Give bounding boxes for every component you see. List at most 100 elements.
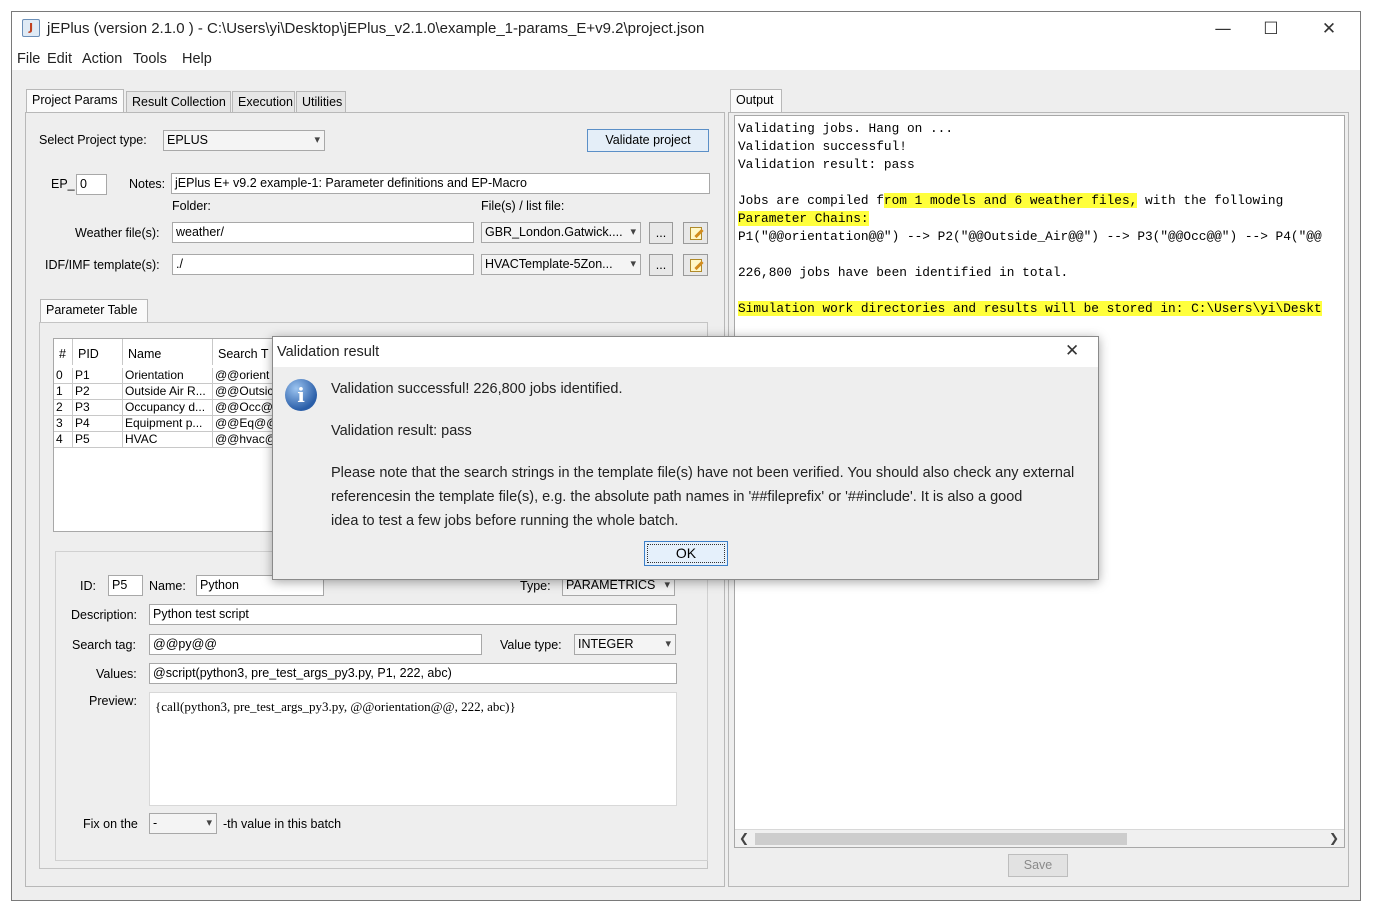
chevron-down-icon: ▾ xyxy=(630,226,636,238)
col-index[interactable]: # xyxy=(54,339,73,365)
chevron-down-icon: ▾ xyxy=(206,817,212,829)
fix-suffix-label: -th value in this batch xyxy=(223,817,342,831)
idf-label: IDF/IMF template(s): xyxy=(45,258,160,272)
weather-browse-button[interactable]: ... xyxy=(649,222,673,244)
dialog-message-5: idea to test a few jobs before running t… xyxy=(331,513,679,529)
idf-browse-button[interactable]: ... xyxy=(649,254,673,276)
cell-pid: P4 xyxy=(73,416,123,432)
cell-name: Equipment p... xyxy=(123,416,213,432)
dialog-message-1: Validation successful! 226,800 jobs iden… xyxy=(331,381,623,397)
cell-search-tag: @@hvac@ xyxy=(213,432,273,448)
col-name[interactable]: Name xyxy=(123,339,213,365)
cell-search-tag: @@Eq@@ xyxy=(213,416,273,432)
weather-label: Weather file(s): xyxy=(75,226,160,240)
output-line: Validation successful! xyxy=(738,139,907,154)
description-input[interactable]: Python test script xyxy=(149,604,677,625)
table-row[interactable]: 1 P2 Outside Air R... @@Outsic xyxy=(54,384,273,400)
title-bar: J jEPlus (version 2.1.0 ) - C:\Users\yi\… xyxy=(12,12,1360,46)
tab-result-collection[interactable]: Result Collection xyxy=(126,91,231,113)
menu-action[interactable]: Action xyxy=(82,51,122,67)
col-pid[interactable]: PID xyxy=(73,339,123,365)
cell-pid: P1 xyxy=(73,368,123,384)
value-type-select[interactable]: INTEGER ▾ xyxy=(574,634,676,655)
values-input[interactable]: @script(python3, pre_test_args_py3.py, P… xyxy=(149,663,677,684)
chevron-left-icon[interactable]: ❮ xyxy=(739,831,749,845)
dialog-message-4: referencesin the template file(s), e.g. … xyxy=(331,489,1023,505)
files-label: File(s) / list file: xyxy=(481,199,565,213)
output-hscrollbar[interactable]: ❮ ❯ xyxy=(735,829,1344,847)
cell-name: Outside Air R... xyxy=(123,384,213,400)
weather-edit-button[interactable] xyxy=(683,222,708,244)
output-text: Jobs are compiled f xyxy=(738,193,884,208)
tab-parameter-table[interactable]: Parameter Table xyxy=(40,299,148,323)
minimize-button[interactable]: — xyxy=(1200,16,1246,42)
menu-edit[interactable]: Edit xyxy=(47,51,72,67)
fix-value-select[interactable]: - ▾ xyxy=(149,813,217,834)
jeplus-icon: J xyxy=(22,19,40,37)
menu-tools[interactable]: Tools xyxy=(133,51,167,67)
menu-bar: File Edit Action Tools Help xyxy=(12,46,1360,70)
output-line: 226,800 jobs have been identified in tot… xyxy=(738,265,1069,280)
table-row[interactable]: 4 P5 HVAC @@hvac@ xyxy=(54,432,273,448)
menu-file[interactable]: File xyxy=(17,51,40,67)
name-label: Name: xyxy=(149,579,186,593)
ep-input[interactable]: 0 xyxy=(76,174,107,195)
info-icon: i xyxy=(285,379,317,411)
validation-dialog: Validation result ✕ i Validation success… xyxy=(272,336,1099,580)
id-input[interactable]: P5 xyxy=(108,575,143,596)
type-label: Type: xyxy=(520,579,551,593)
project-type-label: Select Project type: xyxy=(39,133,147,147)
dialog-title: Validation result xyxy=(277,344,380,360)
close-window-button[interactable]: ✕ xyxy=(1306,16,1352,42)
menu-help[interactable]: Help xyxy=(182,51,212,67)
cell-index: 3 xyxy=(54,416,73,432)
ok-button[interactable]: OK xyxy=(644,541,728,566)
fix-value: - xyxy=(153,816,158,830)
notes-input[interactable]: jEPlus E+ v9.2 example-1: Parameter defi… xyxy=(171,173,710,194)
table-row[interactable]: 2 P3 Occupancy d... @@Occ@ xyxy=(54,400,273,416)
weather-folder-input[interactable]: weather/ xyxy=(172,222,474,243)
table-row[interactable]: 0 P1 Orientation @@orient xyxy=(54,368,273,384)
save-button[interactable]: Save xyxy=(1008,854,1068,877)
tab-project-params[interactable]: Project Params xyxy=(26,89,124,113)
maximize-button[interactable]: ☐ xyxy=(1248,16,1294,42)
preview-label: Preview: xyxy=(89,694,137,708)
dialog-close-button[interactable]: ✕ xyxy=(1065,341,1079,361)
value-type-label: Value type: xyxy=(500,638,562,652)
chevron-right-icon[interactable]: ❯ xyxy=(1329,831,1339,845)
cell-search-tag: @@orient xyxy=(213,368,273,384)
chevron-down-icon: ▾ xyxy=(665,638,671,650)
cell-search-tag: @@Occ@ xyxy=(213,400,273,416)
cell-name: Orientation xyxy=(123,368,213,384)
tab-output[interactable]: Output xyxy=(730,89,782,113)
edit-icon xyxy=(690,259,702,272)
table-row[interactable]: 3 P4 Equipment p... @@Eq@@ xyxy=(54,416,273,432)
cell-index: 4 xyxy=(54,432,73,448)
idf-folder-input[interactable]: ./ xyxy=(172,254,474,275)
values-label: Values: xyxy=(96,667,137,681)
weather-file-select[interactable]: GBR_London.Gatwick.... ▾ xyxy=(481,222,641,243)
validate-project-button[interactable]: Validate project xyxy=(587,129,709,152)
cell-pid: P3 xyxy=(73,400,123,416)
output-highlight: rom 1 models and 6 weather files, xyxy=(883,193,1138,208)
notes-label: Notes: xyxy=(129,177,166,191)
idf-file-select[interactable]: HVACTemplate-5Zon... ▾ xyxy=(481,254,641,275)
preview-area[interactable]: {call(python3, pre_test_args_py3.py, @@o… xyxy=(149,692,677,806)
project-type-select[interactable]: EPLUS ▾ xyxy=(163,130,325,151)
search-tag-input[interactable]: @@py@@ xyxy=(149,634,482,655)
id-label: ID: xyxy=(80,579,96,593)
tab-execution[interactable]: Execution xyxy=(232,91,295,113)
chevron-down-icon: ▾ xyxy=(630,258,636,270)
tab-utilities[interactable]: Utilities xyxy=(296,91,346,113)
output-highlight: Parameter Chains: xyxy=(738,211,869,226)
dialog-title-bar: Validation result ✕ xyxy=(273,337,1098,367)
output-line: Validation result: pass xyxy=(738,157,915,172)
weather-file-value: GBR_London.Gatwick.... xyxy=(485,225,623,239)
idf-edit-button[interactable] xyxy=(683,254,708,276)
scrollbar-thumb[interactable] xyxy=(755,833,1127,845)
cell-search-tag: @@Outsic xyxy=(213,384,273,400)
output-text: with the following xyxy=(1137,193,1284,208)
dialog-message-3: Please note that the search strings in t… xyxy=(331,465,1075,481)
param-type-value: PARAMETRICS xyxy=(566,578,656,592)
cell-name: HVAC xyxy=(123,432,213,448)
